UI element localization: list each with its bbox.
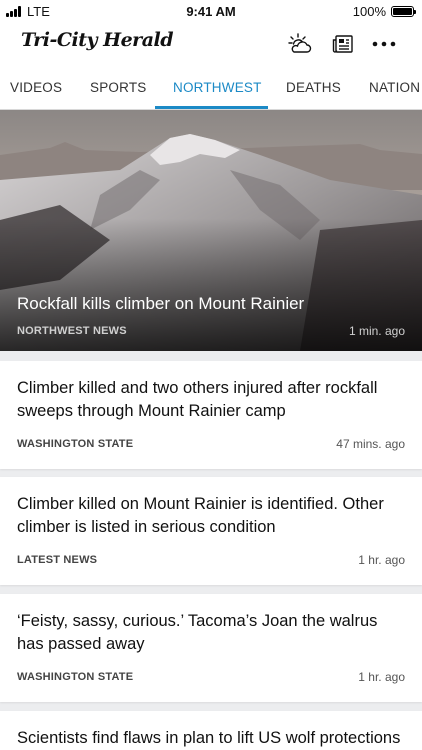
article-timestamp: 47 mins. ago: [336, 437, 405, 451]
article-section-label: WASHINGTON STATE: [17, 671, 134, 683]
article-section-label: WASHINGTON STATE: [17, 438, 134, 450]
article-timestamp: 1 hr. ago: [358, 670, 405, 684]
article-timestamp: 1 hr. ago: [358, 553, 405, 567]
eedition-icon[interactable]: [329, 30, 357, 58]
weather-icon[interactable]: [286, 30, 314, 58]
section-tabs: VIDEOS SPORTS NORTHWEST DEATHS NATION &: [0, 66, 422, 110]
article-card[interactable]: Scientists find flaws in plan to lift US…: [0, 711, 422, 750]
article-section-label: LATEST NEWS: [17, 554, 98, 566]
article-headline[interactable]: Climber killed and two others injured af…: [17, 377, 402, 423]
article-headline[interactable]: Scientists find flaws in plan to lift US…: [17, 727, 402, 750]
hero-section-label: NORTHWEST NEWS: [17, 325, 127, 337]
battery-percent: 100%: [352, 4, 386, 19]
tab-northwest[interactable]: NORTHWEST: [173, 66, 262, 109]
app-header: Tri-City Herald: [0, 22, 422, 66]
hero-timestamp: 1 min. ago: [348, 324, 405, 338]
article-headline[interactable]: Climber killed on Mount Rainier is ident…: [17, 493, 402, 539]
tab-videos[interactable]: VIDEOS: [10, 66, 62, 109]
hero-image: [0, 110, 422, 351]
more-icon[interactable]: [370, 30, 398, 58]
status-bar: LTE 9:41 AM 100%: [0, 0, 422, 22]
article-card[interactable]: Climber killed on Mount Rainier is ident…: [0, 477, 422, 585]
article-card[interactable]: ‘Feisty, sassy, curious.’ Tacoma’s Joan …: [0, 594, 422, 702]
masthead-logo[interactable]: Tri-City Herald: [21, 29, 174, 51]
tab-nation[interactable]: NATION &: [369, 66, 422, 109]
hero-headline[interactable]: Rockfall kills climber on Mount Rainier: [17, 294, 304, 314]
tab-sports[interactable]: SPORTS: [90, 66, 146, 109]
battery-icon: [391, 6, 416, 17]
article-headline[interactable]: ‘Feisty, sassy, curious.’ Tacoma’s Joan …: [17, 610, 402, 656]
article-card[interactable]: Climber killed and two others injured af…: [0, 361, 422, 469]
hero-story[interactable]: Rockfall kills climber on Mount Rainier …: [0, 110, 422, 351]
tab-deaths[interactable]: DEATHS: [286, 66, 341, 109]
